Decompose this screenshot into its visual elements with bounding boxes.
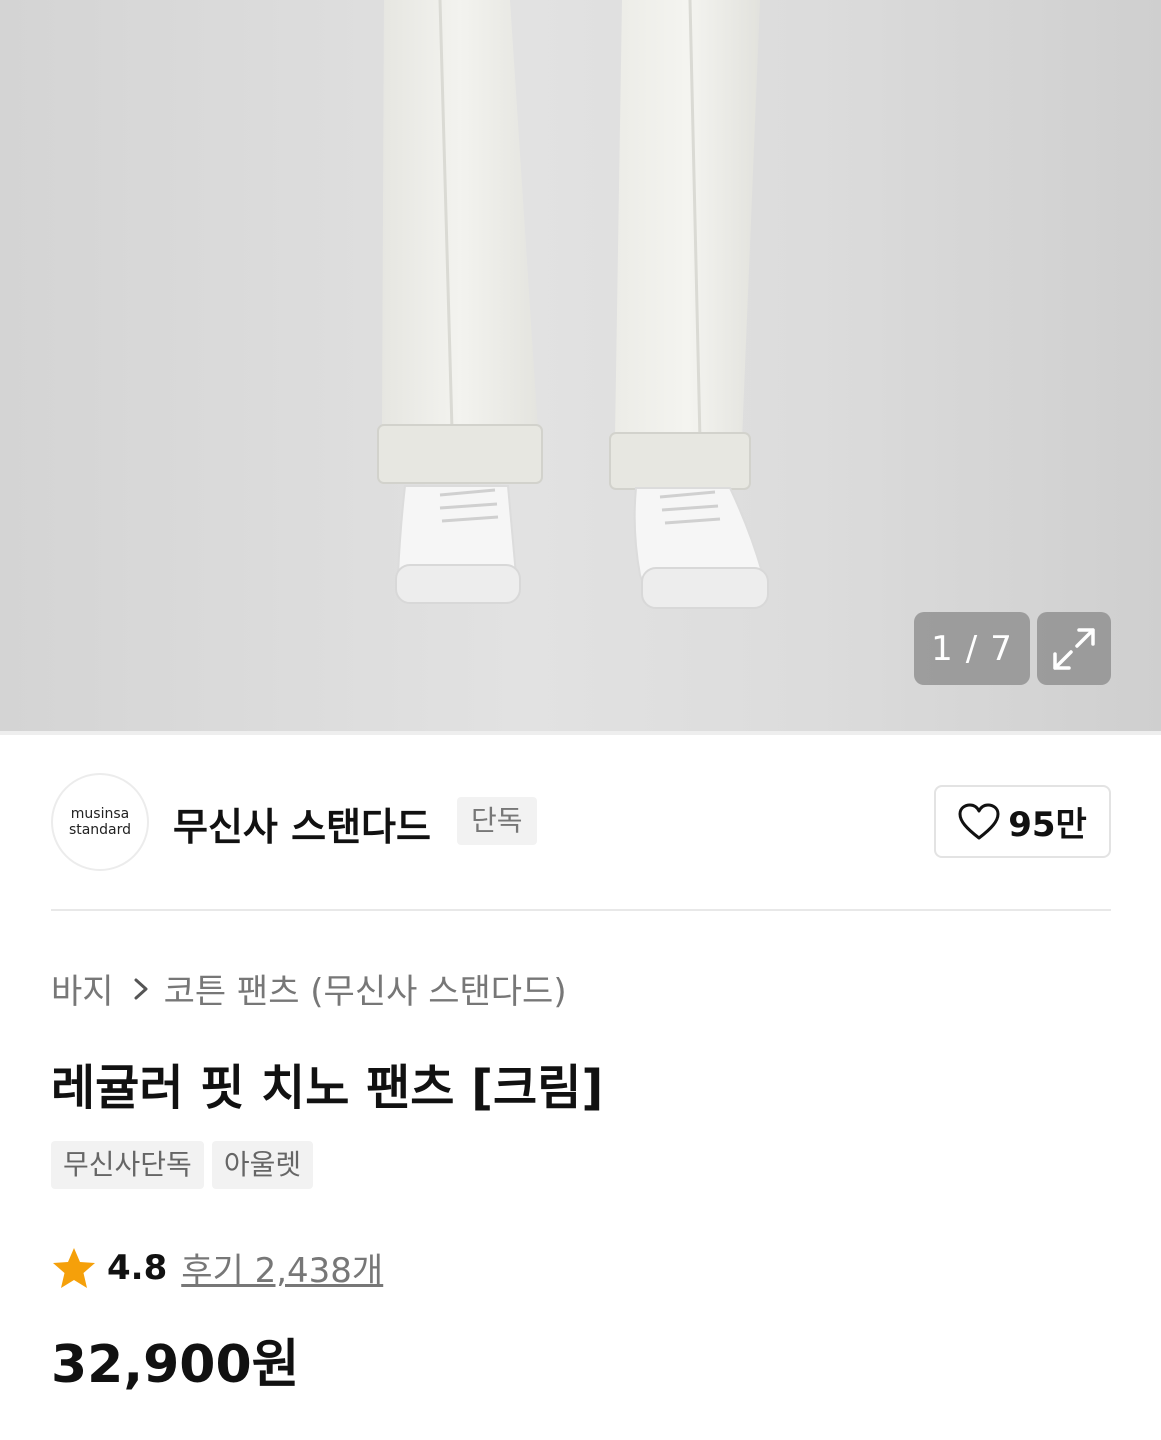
- product-tags: 무신사단독 아울렛: [51, 1141, 314, 1189]
- brand-like-button[interactable]: 95만: [934, 785, 1111, 858]
- brand-name[interactable]: 무신사 스탠다드: [173, 796, 431, 851]
- image-counter: 1 / 7: [914, 612, 1030, 685]
- rating-score: 4.8: [107, 1247, 168, 1288]
- tag-musinsa-exclusive: 무신사단독: [51, 1141, 204, 1189]
- heart-outline-icon: [958, 803, 1000, 839]
- brand-logo[interactable]: musinsa standard: [51, 773, 149, 871]
- product-price: 32,900원: [51, 1335, 300, 1395]
- image-counter-current: 1: [931, 628, 954, 669]
- image-bottom-divider: [0, 731, 1161, 735]
- like-count: 95만: [1008, 805, 1087, 845]
- breadcrumb-item-cotton-pants[interactable]: 코튼 팬츠 (무신사 스탠다드): [164, 964, 567, 1013]
- brand-logo-line2: standard: [68, 822, 132, 838]
- chevron-right-icon: [132, 976, 150, 1002]
- image-counter-total: 7: [990, 628, 1013, 669]
- tag-outlet: 아울렛: [211, 1141, 314, 1189]
- expand-image-button[interactable]: [1037, 612, 1111, 685]
- category-breadcrumb: 바지 코튼 팬츠 (무신사 스탠다드): [51, 964, 567, 1013]
- section-divider: [51, 909, 1111, 911]
- image-counter-separator: /: [965, 628, 979, 669]
- product-title: 레귤러 핏 치노 팬츠 [크림]: [51, 1060, 604, 1116]
- star-icon: [53, 1247, 95, 1288]
- exclusive-badge: 단독: [457, 797, 537, 845]
- product-rating: 4.8 후기 2,438개: [51, 1243, 383, 1292]
- reviews-link[interactable]: 후기 2,438개: [181, 1243, 383, 1292]
- breadcrumb-item-pants[interactable]: 바지: [51, 964, 114, 1013]
- brand-logo-line1: musinsa: [70, 806, 130, 822]
- expand-arrows-icon: [1053, 627, 1095, 670]
- product-image[interactable]: 1 / 7: [0, 0, 1161, 731]
